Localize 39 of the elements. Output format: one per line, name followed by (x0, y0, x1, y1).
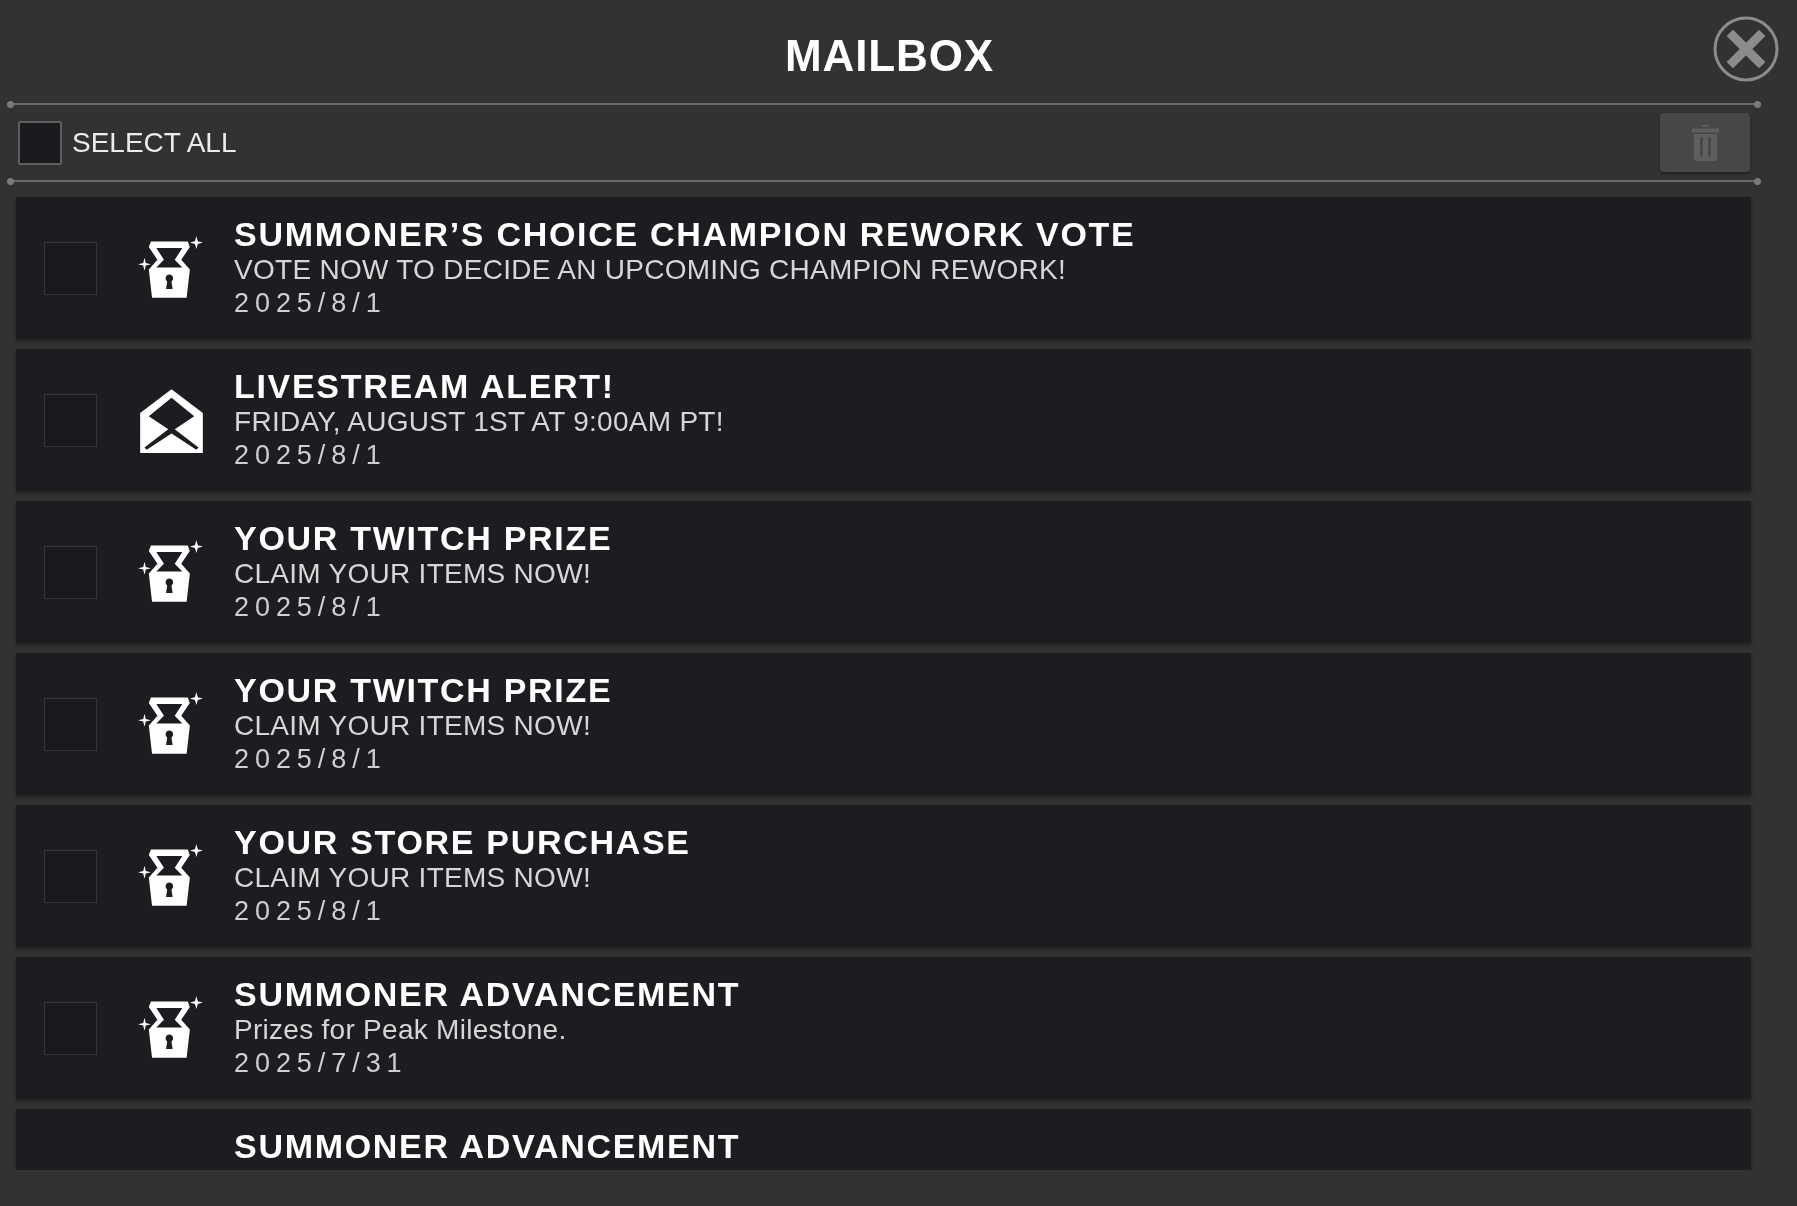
mail-date: 2025/8/1 (234, 439, 388, 471)
mail-title: SUMMONER ADVANCEMENT (234, 1127, 741, 1165)
mail-summary: CLAIM YOUR ITEMS NOW! (234, 861, 592, 895)
close-icon (1713, 16, 1779, 82)
trash-icon (1691, 124, 1719, 161)
close-button[interactable] (1713, 16, 1779, 82)
select-all-label: SELECT ALL (72, 125, 237, 160)
mail-title: YOUR TWITCH PRIZE (234, 519, 613, 557)
mail-summary: VOTE NOW TO DECIDE AN UPCOMING CHAMPION REWORK! (234, 253, 1067, 287)
row-checkbox[interactable] (44, 393, 97, 447)
mail-title: YOUR STORE PURCHASE (234, 823, 691, 861)
mail-title: YOUR TWITCH PRIZE (234, 671, 613, 709)
mail-date: 2025/8/1 (234, 287, 388, 319)
mail-row[interactable]: SUMMONER ADVANCEMENT Prizes for Peak Milestone. 2025/7/31 (16, 957, 1751, 1099)
mail-summary: CLAIM YOUR ITEMS NOW! (234, 557, 592, 591)
mail-summary: FRIDAY, AUGUST 1ST AT 9:00AM PT! (234, 405, 724, 439)
row-checkbox[interactable] (44, 545, 97, 599)
mail-date: 2025/7/31 (234, 1047, 409, 1079)
mail-summary: Prizes for Peak Milestone. (234, 1013, 568, 1047)
mail-row[interactable]: SUMMONER ADVANCEMENT (16, 1109, 1751, 1170)
mail-summary: CLAIM YOUR ITEMS NOW! (234, 709, 592, 743)
row-checkbox[interactable] (44, 697, 97, 751)
select-all-checkbox[interactable] (18, 120, 62, 165)
mail-date: 2025/8/1 (234, 591, 388, 623)
row-checkbox[interactable] (44, 849, 97, 903)
mail-row[interactable]: LIVESTREAM ALERT! FRIDAY, AUGUST 1ST AT 9:00AM PT! 2025/8/1 (16, 349, 1751, 491)
mail-row[interactable]: YOUR STORE PURCHASE CLAIM YOUR ITEMS NOW! 2025/8/1 (16, 805, 1751, 947)
window-title: MAILBOX (784, 31, 994, 81)
mail-title: SUMMONER ADVANCEMENT (234, 975, 741, 1013)
mail-row[interactable]: YOUR TWITCH PRIZE CLAIM YOUR ITEMS NOW! 2025/8/1 (16, 653, 1751, 795)
mail-title: SUMMONER’S CHOICE CHAMPION REWORK VOTE (234, 215, 1136, 253)
mail-title: LIVESTREAM ALERT! (234, 367, 616, 405)
row-checkbox[interactable] (44, 241, 97, 295)
mail-row[interactable]: SUMMONER’S CHOICE CHAMPION REWORK VOTE VOTE NOW TO DECIDE AN UPCOMING CHAMPION REWORK! 2025/8/1 (16, 197, 1751, 339)
row-checkbox[interactable] (44, 1001, 97, 1055)
mail-row[interactable]: YOUR TWITCH PRIZE CLAIM YOUR ITEMS NOW! 2025/8/1 (16, 501, 1751, 643)
mail-date: 2025/8/1 (234, 743, 388, 775)
mail-date: 2025/8/1 (234, 895, 388, 927)
open-envelope-icon (138, 386, 205, 454)
